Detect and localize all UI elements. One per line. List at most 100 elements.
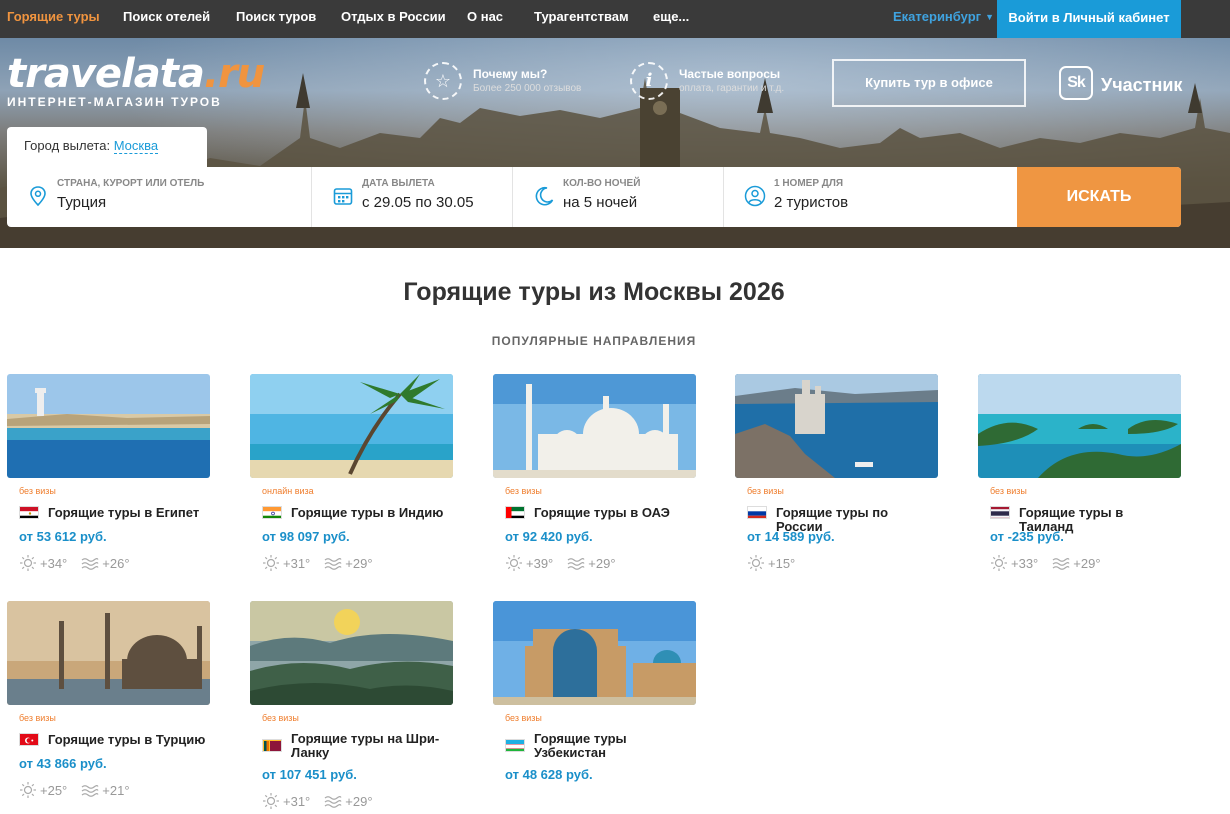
nav-russia[interactable]: Отдых в России	[341, 0, 446, 38]
tourists-field[interactable]: 1 НОМЕР ДЛЯ 2 туристов	[724, 167, 1017, 227]
calendar-icon	[333, 188, 353, 205]
card-price: от -235 руб.	[990, 529, 1064, 544]
sun-icon	[991, 555, 1007, 571]
date-label: ДАТА ВЫЛЕТА	[362, 178, 435, 189]
destination-label: СТРАНА, КУРОРТ ИЛИ ОТЕЛЬ	[57, 178, 205, 189]
site-logo[interactable]: travelata.ru ИНТЕРНЕТ-МАГАЗИН ТУРОВ	[7, 51, 265, 109]
sun-icon	[20, 782, 36, 798]
destination-card-uzbekistan[interactable]: без визы Горящие туры Узбекистан от 48 6…	[493, 601, 696, 791]
nav-agencies[interactable]: Турагентствам	[534, 0, 629, 38]
nights-field[interactable]: КОЛ-ВО НОЧЕЙ на 5 ночей	[513, 167, 724, 227]
egypt-flag-icon	[19, 506, 39, 519]
why-us-subtitle: Более 250 000 отзывов	[473, 83, 582, 94]
logo-main: travelata	[7, 51, 205, 97]
card-title[interactable]: Горящие туры в Индию	[291, 506, 451, 520]
date-value: с 29.05 по 30.05	[362, 194, 474, 211]
card-title[interactable]: Горящие туры в Египет	[48, 506, 208, 520]
air-temp: +15°	[768, 555, 796, 571]
location-pin-icon	[30, 186, 46, 207]
air-temp: +39°	[526, 555, 554, 571]
card-title[interactable]: Горящие туры на Шри-Ланку	[291, 732, 451, 760]
chevron-down-icon: ▼	[985, 12, 994, 22]
destination-card-india[interactable]: онлайн виза Горящие туры в Индию от 98 0…	[250, 374, 453, 574]
weather-row: +39° +29°	[505, 554, 630, 572]
logo-tagline: ИНТЕРНЕТ-МАГАЗИН ТУРОВ	[7, 95, 222, 109]
person-icon	[744, 185, 766, 207]
uae-flag-icon	[505, 506, 525, 519]
destination-card-russia[interactable]: без визы Горящие туры по России от 14 58…	[735, 374, 938, 574]
thailand-flag-icon	[990, 506, 1010, 519]
destination-card-srilanka[interactable]: без визы Горящие туры на Шри-Ланку от 10…	[250, 601, 453, 811]
login-button[interactable]: Войти в Личный кабинет	[997, 0, 1181, 38]
water-temp: +29°	[345, 555, 373, 571]
card-price: от 43 866 руб.	[19, 756, 107, 771]
egypt-photo	[7, 374, 210, 478]
srilanka-photo	[250, 601, 453, 705]
nav-about[interactable]: О нас	[467, 0, 503, 38]
city-selector[interactable]: Екатеринбург ▼	[893, 0, 994, 38]
water-temp: +29°	[1073, 555, 1101, 571]
air-temp: +31°	[283, 555, 311, 571]
weather-row: +31° +29°	[262, 554, 387, 572]
card-price: от 92 420 руб.	[505, 529, 593, 544]
destination-card-uae[interactable]: без визы Горящие туры в ОАЭ от 92 420 ру…	[493, 374, 696, 574]
destination-card-turkey[interactable]: без визы Горящие туры в Турцию от 43 866…	[7, 601, 210, 801]
destination-card-thailand[interactable]: без визы Горящие туры в Таиланд от -235 …	[978, 374, 1181, 574]
visa-badge: без визы	[262, 713, 299, 723]
destination-card-egypt[interactable]: без визы Горящие туры в Египет от 53 612…	[7, 374, 210, 574]
india-flag-icon	[262, 506, 282, 519]
visa-badge: без визы	[505, 713, 542, 723]
departure-city-tab: Город вылета: Москва	[7, 127, 207, 167]
skolkovo-label: Участник	[1101, 75, 1183, 95]
departure-city-link[interactable]: Москва	[113, 138, 159, 154]
air-temp: +34°	[40, 555, 68, 571]
search-button[interactable]: ИСКАТЬ	[1017, 167, 1181, 227]
waves-icon	[81, 558, 99, 570]
water-temp: +26°	[102, 555, 130, 571]
buy-in-office-button[interactable]: Купить тур в офисе	[832, 59, 1026, 107]
weather-row: +33° +29°	[990, 554, 1115, 572]
water-temp: +29°	[345, 793, 373, 809]
waves-icon	[81, 785, 99, 797]
hero-banner: travelata.ru ИНТЕРНЕТ-МАГАЗИН ТУРОВ ☆ По…	[0, 38, 1230, 248]
card-title[interactable]: Горящие туры в ОАЭ	[534, 506, 694, 520]
search-form: СТРАНА, КУРОРТ ИЛИ ОТЕЛЬ Турция ДАТА ВЫЛ…	[7, 167, 1181, 227]
uae-photo	[493, 374, 696, 478]
weather-row: +31° +29°	[262, 792, 387, 810]
skolkovo-logo-icon: Sk	[1059, 66, 1093, 100]
india-photo	[250, 374, 453, 478]
star-icon: ☆	[424, 62, 462, 100]
weather-row: +34° +26°	[19, 554, 144, 572]
turkey-photo	[7, 601, 210, 705]
card-price: от 107 451 руб.	[262, 767, 357, 782]
turkey-flag-icon	[19, 733, 39, 746]
uzbekistan-photo	[493, 601, 696, 705]
destination-value: Турция	[57, 194, 107, 211]
uzbekistan-flag-icon	[505, 739, 525, 752]
nights-value: на 5 ночей	[563, 194, 638, 211]
city-label: Екатеринбург	[893, 9, 982, 24]
sun-icon	[263, 793, 279, 809]
sun-icon	[263, 555, 279, 571]
russia-flag-icon	[747, 506, 767, 519]
faq-subtitle: оплата, гарантии и т.д.	[679, 83, 785, 94]
date-field[interactable]: ДАТА ВЫЛЕТА с 29.05 по 30.05	[312, 167, 513, 227]
card-title[interactable]: Горящие туры Узбекистан	[534, 732, 694, 760]
nav-hot-tours[interactable]: Горящие туры	[7, 0, 100, 38]
thailand-photo	[978, 374, 1181, 478]
visa-badge: без визы	[990, 486, 1027, 496]
water-temp: +29°	[588, 555, 616, 571]
nav-more[interactable]: еще...	[653, 0, 689, 38]
departure-label: Город вылета:	[24, 138, 111, 153]
destination-field[interactable]: СТРАНА, КУРОРТ ИЛИ ОТЕЛЬ Турция	[7, 167, 312, 227]
air-temp: +25°	[40, 782, 68, 798]
nav-hotel-search[interactable]: Поиск отелей	[123, 0, 210, 38]
logo-suffix: .ru	[203, 51, 265, 97]
sun-icon	[20, 555, 36, 571]
card-title[interactable]: Горящие туры в Турцию	[48, 733, 208, 747]
air-temp: +31°	[283, 793, 311, 809]
page-title: Горящие туры из Москвы 2026	[403, 278, 785, 306]
nav-tour-search[interactable]: Поиск туров	[236, 0, 316, 38]
moon-icon	[535, 186, 554, 206]
info-icon: i	[630, 62, 668, 100]
